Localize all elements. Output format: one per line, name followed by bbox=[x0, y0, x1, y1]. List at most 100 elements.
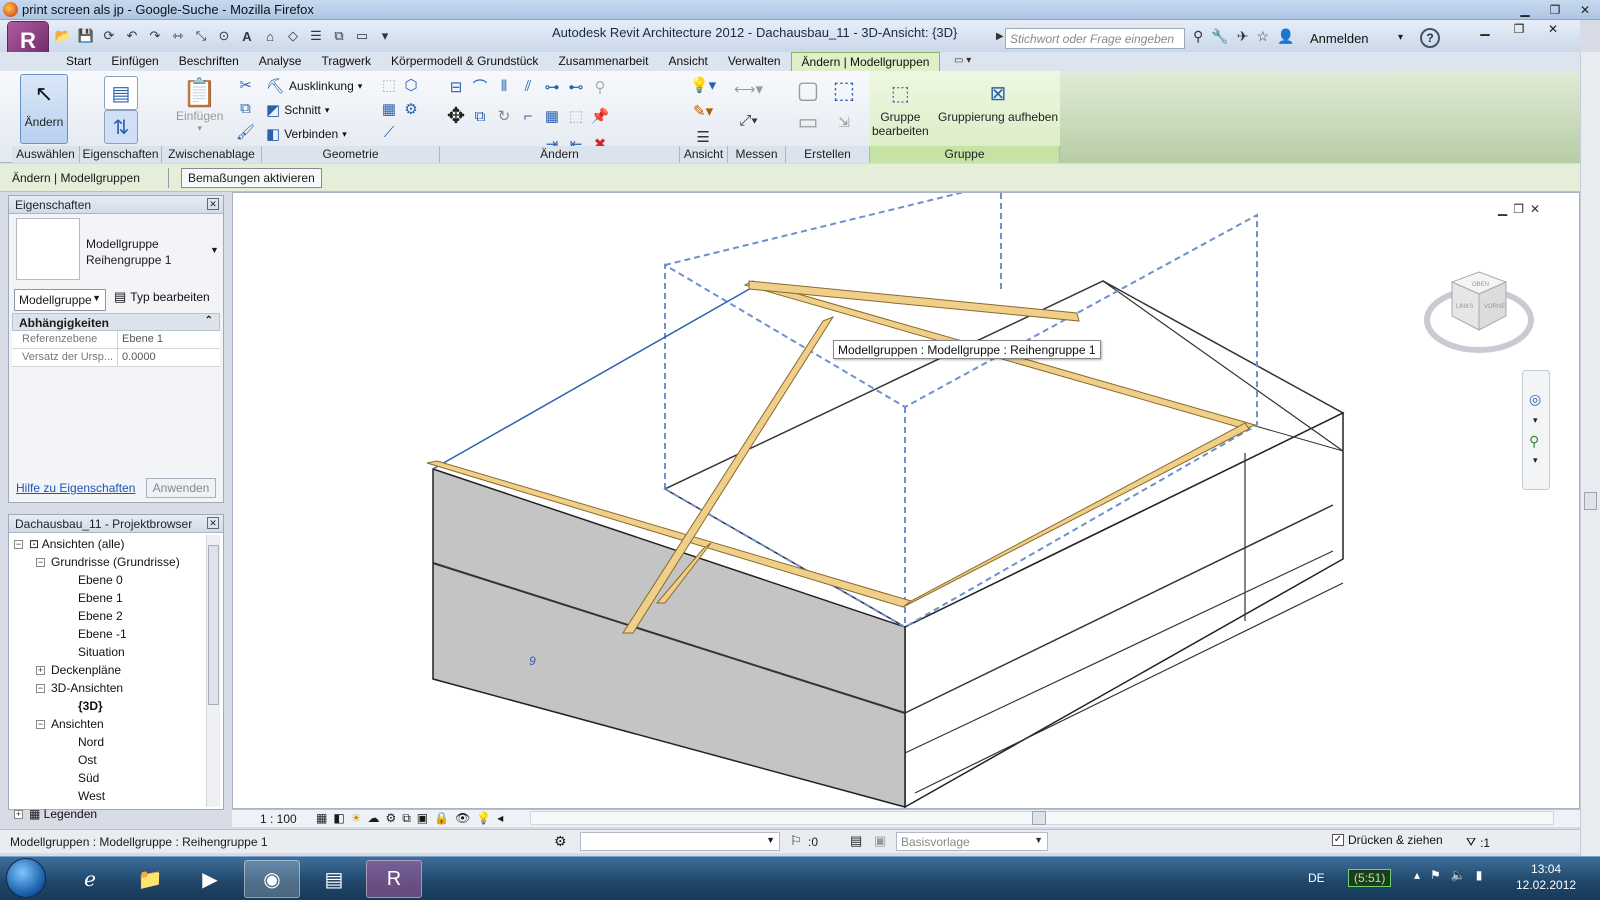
editing-requests-icon[interactable]: ⚐ bbox=[790, 833, 802, 849]
zoom-dropdown-icon[interactable]: ▾ bbox=[1533, 455, 1538, 466]
tab-8[interactable]: Verwalten bbox=[718, 52, 791, 72]
render-icon[interactable]: ⚙ bbox=[385, 811, 396, 826]
sync-icon[interactable]: ⟳ bbox=[100, 27, 118, 45]
move-icon[interactable]: ✥ bbox=[444, 103, 468, 129]
tree-node-ceiling-plans[interactable]: + Deckenpläne bbox=[36, 663, 121, 677]
open-icon[interactable]: 📂 bbox=[54, 27, 72, 45]
tab-7[interactable]: Ansicht bbox=[658, 52, 717, 72]
cut-icon[interactable]: ✂ bbox=[236, 76, 255, 94]
view-scale[interactable]: 1 : 100 bbox=[260, 812, 297, 826]
volume-icon[interactable]: 🔈 bbox=[1451, 868, 1466, 882]
text-icon[interactable]: A bbox=[238, 27, 256, 45]
tree-node-views-all[interactable]: − ⊡ Ansichten (alle) bbox=[14, 537, 124, 551]
browser-scrollbar[interactable] bbox=[206, 535, 220, 807]
media-player-taskbar-icon[interactable]: ▶ bbox=[182, 860, 238, 898]
lock-view-icon[interactable]: 🔒 bbox=[434, 811, 449, 826]
dimension-icon[interactable]: ⤡ bbox=[192, 27, 210, 45]
pin-icon[interactable]: 📌 bbox=[588, 103, 612, 129]
measure-distance-icon[interactable]: ⟷▾ bbox=[734, 80, 763, 98]
close-icon[interactable]: ✕ bbox=[1570, 0, 1600, 19]
project-browser-close-icon[interactable]: ✕ bbox=[207, 517, 219, 529]
create-parts-icon[interactable]: ▭ bbox=[790, 109, 826, 135]
tree-node-ebene-0[interactable]: Ebene 0 bbox=[78, 573, 123, 587]
tab-1[interactable]: Einfügen bbox=[101, 52, 168, 72]
tree-node-floor-plans[interactable]: − Grundrisse (Grundrisse) bbox=[36, 555, 180, 569]
ungroup-button[interactable]: ⊠ Gruppierung aufheben bbox=[938, 76, 1058, 125]
communication-icon[interactable]: ✈ bbox=[1237, 28, 1249, 45]
property-row[interactable]: Versatz der Ursp... 0.0000 bbox=[12, 349, 220, 367]
battery-indicator[interactable]: (5:51) bbox=[1348, 869, 1392, 887]
tree-node-ebene-2[interactable]: Ebene 2 bbox=[78, 609, 123, 623]
start-button[interactable] bbox=[6, 858, 46, 898]
tree-node-ost[interactable]: Ost bbox=[78, 753, 97, 767]
clock[interactable]: 13:04 12.02.2012 bbox=[1516, 861, 1576, 893]
shadows-icon[interactable]: ☁ bbox=[367, 811, 379, 826]
tab-0[interactable]: Start bbox=[56, 52, 101, 72]
tab-5[interactable]: Körpermodell & Grundstück bbox=[381, 52, 548, 72]
revit-minimize-icon[interactable]: ▁ bbox=[1468, 20, 1502, 38]
split-gap-icon[interactable]: ⊷ bbox=[564, 76, 588, 97]
tab-6[interactable]: Zusammenarbeit bbox=[548, 52, 658, 72]
join-button[interactable]: ◧ Verbinden ▾ bbox=[266, 125, 347, 143]
firefox-taskbar-icon[interactable]: ◉ bbox=[244, 860, 300, 898]
network-icon[interactable]: ⚑ bbox=[1430, 868, 1441, 882]
design-option-icon[interactable]: ▣ bbox=[874, 833, 886, 849]
wall-joins-icon[interactable]: ⬚ bbox=[378, 76, 400, 94]
qat-dropdown-icon[interactable]: ▾ bbox=[376, 27, 394, 45]
crop-region-icon[interactable]: ▣ bbox=[417, 811, 428, 826]
visual-style-icon[interactable]: ◧ bbox=[333, 811, 344, 826]
override-graphics-icon[interactable]: 💡▾ bbox=[690, 76, 716, 94]
signin-dropdown-icon[interactable]: ▾ bbox=[1398, 32, 1403, 43]
measure-icon[interactable]: ⇿ bbox=[169, 27, 187, 45]
split-face-icon[interactable]: ⬡ bbox=[400, 76, 422, 94]
language-indicator[interactable]: DE bbox=[1308, 871, 1325, 885]
properties-button[interactable]: ▤ bbox=[104, 76, 138, 110]
section-icon[interactable]: ◇ bbox=[284, 27, 302, 45]
rotate-icon[interactable]: ↻ bbox=[492, 103, 516, 129]
scroll-thumb[interactable] bbox=[1584, 492, 1597, 510]
tree-node-legends[interactable]: + ▦ Legenden bbox=[14, 807, 97, 821]
search-input[interactable]: Stichwort oder Frage eingeben bbox=[1005, 28, 1185, 49]
user-icon[interactable]: 👤 bbox=[1277, 28, 1294, 45]
copy-icon[interactable]: ⧉ bbox=[236, 100, 255, 117]
paint-icon[interactable]: ▦ bbox=[378, 100, 400, 118]
press-drag-checkbox[interactable]: ✓ Drücken & ziehen bbox=[1332, 833, 1443, 847]
tree-node-nord[interactable]: Nord bbox=[78, 735, 104, 749]
demolish-icon[interactable]: ⚙ bbox=[400, 100, 422, 118]
3d-viewport[interactable]: 9 bbox=[232, 182, 1580, 809]
vp-minimize-icon[interactable]: ▁ bbox=[1498, 202, 1507, 216]
undo-icon[interactable]: ↶ bbox=[123, 27, 141, 45]
split-icon[interactable]: ⊶ bbox=[540, 76, 564, 97]
tree-node-west[interactable]: West bbox=[78, 789, 105, 803]
scale-icon[interactable]: ⬚ bbox=[564, 103, 588, 129]
viewcube[interactable]: OBEN LINKS VORNE bbox=[1424, 268, 1534, 358]
match-properties-icon[interactable]: 🖌 bbox=[236, 123, 255, 141]
apply-button[interactable]: Anwenden bbox=[146, 478, 216, 498]
horizontal-scroll-thumb[interactable] bbox=[1032, 811, 1046, 825]
type-properties-button[interactable]: ⇅ bbox=[104, 110, 138, 144]
cope-button[interactable]: ⛏ Ausklinkung ▾ bbox=[266, 77, 362, 95]
steering-wheel-icon[interactable]: ◎ bbox=[1529, 391, 1541, 408]
linework-icon[interactable]: ✎▾ bbox=[690, 102, 716, 120]
signin-button[interactable]: Anmelden bbox=[1310, 31, 1369, 46]
close-windows-icon[interactable]: ⧉ bbox=[330, 27, 348, 45]
type-family-name[interactable]: Modellgruppe bbox=[86, 237, 159, 251]
tab-4[interactable]: Tragwerk bbox=[311, 52, 381, 72]
tree-node-3d[interactable]: {3D} bbox=[78, 699, 103, 713]
tab-2[interactable]: Beschriften bbox=[169, 52, 249, 72]
create-similar-icon[interactable]: ⇲ bbox=[826, 109, 862, 135]
save-icon[interactable]: 💾 bbox=[77, 27, 95, 45]
tray-expand-icon[interactable]: ▴ bbox=[1414, 868, 1420, 882]
beam-join-icon[interactable]: ⟋ bbox=[378, 124, 400, 141]
trim-icon[interactable]: ⌐ bbox=[516, 103, 540, 129]
ribbon-display-toggle-icon[interactable]: ▭ ▾ bbox=[954, 55, 971, 66]
copy-element-icon[interactable]: ⧉ bbox=[468, 103, 492, 129]
tree-node-ebene-minus-1[interactable]: Ebene -1 bbox=[78, 627, 127, 641]
binoculars-icon[interactable]: ⚲ bbox=[1193, 28, 1203, 45]
revit-restore-icon[interactable]: ❐ bbox=[1502, 20, 1536, 38]
mirror-draw-icon[interactable]: ⫽ bbox=[516, 76, 540, 97]
revit-close-icon[interactable]: ✕ bbox=[1536, 20, 1570, 38]
align-icon[interactable]: ⊟ bbox=[444, 76, 468, 97]
subscription-icon[interactable]: 🔧 bbox=[1211, 28, 1228, 45]
offset-icon[interactable]: ⌒ bbox=[468, 76, 492, 97]
